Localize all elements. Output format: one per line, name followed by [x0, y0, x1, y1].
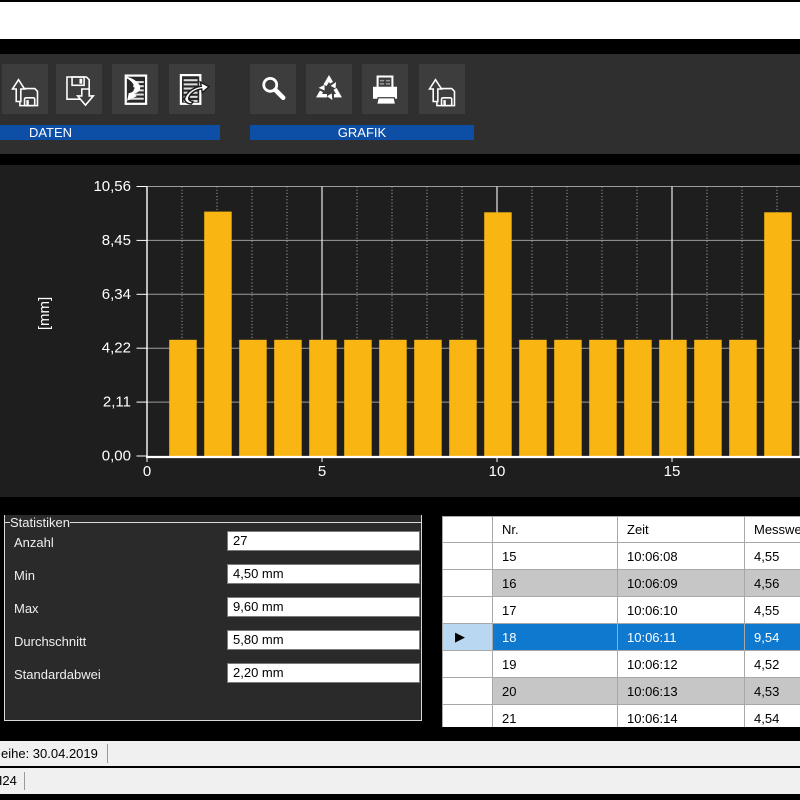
- svg-text:10,56: 10,56: [93, 178, 131, 195]
- svg-text:2,11: 2,11: [103, 394, 131, 411]
- svg-text:15: 15: [664, 463, 681, 480]
- svg-text:10: 10: [489, 463, 506, 480]
- svg-text:5: 5: [318, 463, 326, 480]
- svg-text:6,34: 6,34: [102, 286, 131, 303]
- svg-text:0: 0: [143, 463, 151, 480]
- svg-text:[mm]: [mm]: [36, 297, 53, 330]
- svg-text:0,00: 0,00: [102, 448, 131, 465]
- svg-text:4,22: 4,22: [102, 340, 131, 357]
- svg-text:8,45: 8,45: [102, 232, 131, 249]
